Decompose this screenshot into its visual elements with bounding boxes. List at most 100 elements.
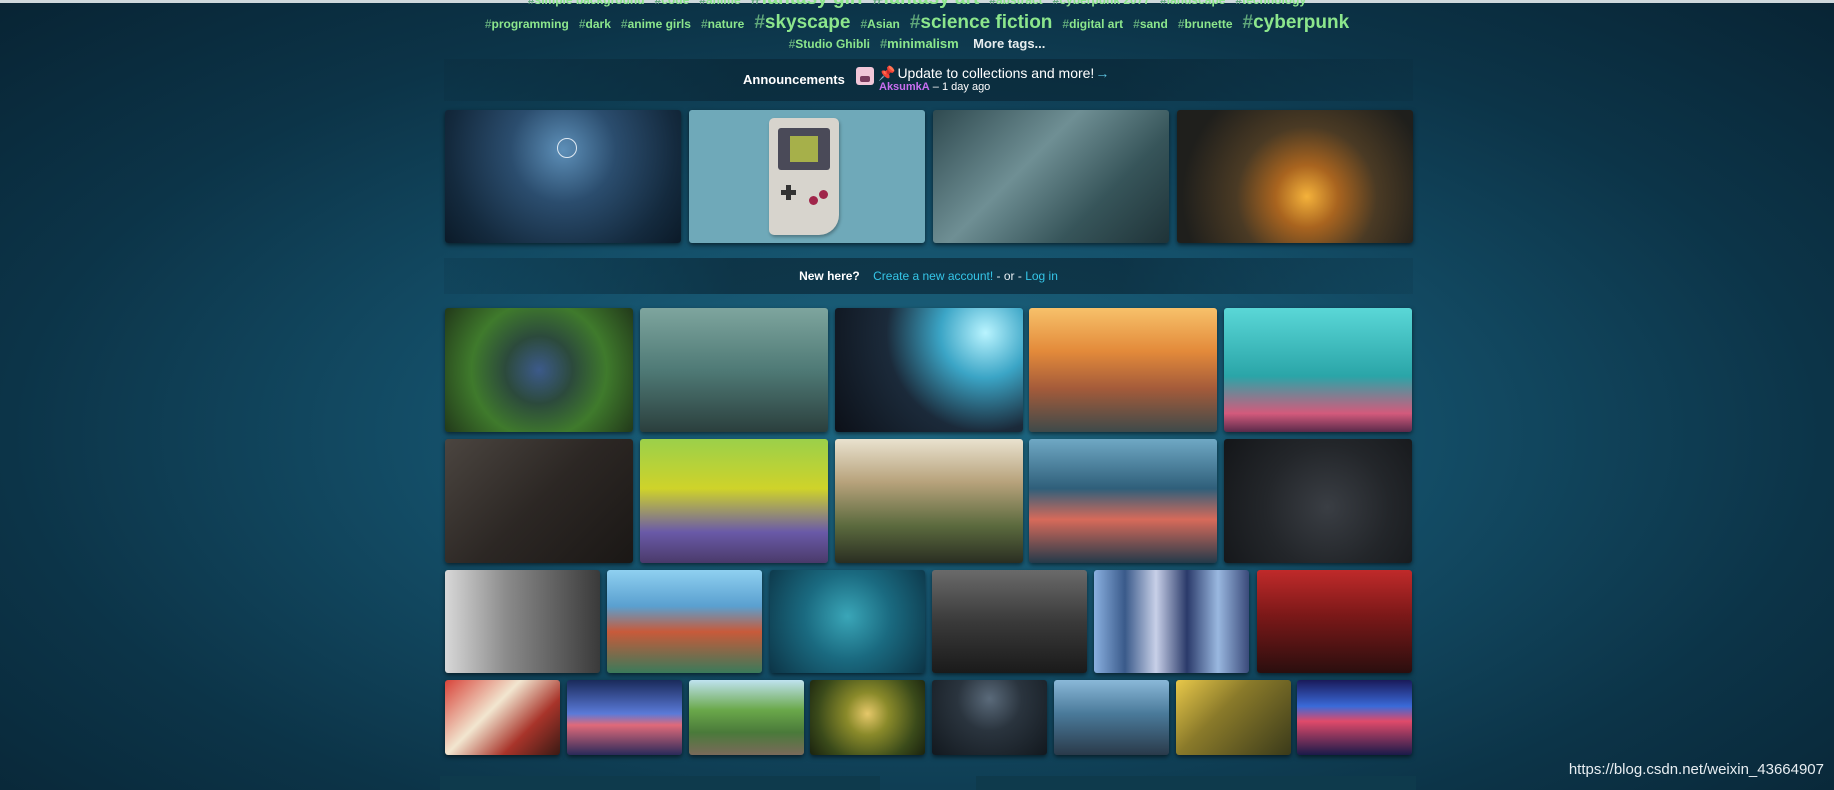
tag-link[interactable]: #cyberpunk 2077 [1053, 0, 1150, 7]
hash-icon: # [1133, 17, 1140, 31]
wallpaper-underwater-plane[interactable] [770, 570, 925, 673]
tag-label: Studio Ghibli [795, 37, 870, 51]
tag-label: sand [1139, 17, 1168, 31]
wallpaper-yellow-mustang[interactable] [640, 439, 828, 563]
tag-link[interactable]: #anime girls [621, 17, 691, 31]
tag-link[interactable]: #skyscape [754, 12, 850, 34]
tag-label: dark [585, 17, 611, 31]
tag-link[interactable]: #brunette [1178, 17, 1233, 31]
hash-icon: # [699, 0, 706, 7]
tag-link[interactable]: #code [655, 0, 690, 7]
tag-label: skyscape [764, 12, 851, 33]
tag-link[interactable]: #fantasy art [873, 0, 980, 10]
tag-link[interactable]: #nature [701, 17, 744, 31]
wallpaper-autumn-samurai[interactable] [445, 680, 560, 755]
tag-link[interactable]: #fantasy girl [751, 0, 863, 10]
tag-link[interactable]: #Studio Ghibli [789, 37, 870, 51]
wallpaper-red-forest[interactable] [1257, 570, 1412, 673]
tag-link[interactable]: #sand [1133, 17, 1168, 31]
wallpaper-fantasy-town[interactable] [607, 570, 762, 673]
tag-label: cyberpunk [1253, 12, 1350, 33]
announcement-title: Update to collections and more! [897, 65, 1095, 81]
wallpaper-blue-horizon[interactable] [567, 680, 682, 755]
tag-link[interactable]: #programming [485, 17, 569, 31]
tag-link[interactable]: #dark [579, 17, 611, 31]
hash-icon: # [527, 0, 535, 7]
tag-cloud-row-2: #Studio Ghibli #minimalism More tags... [0, 35, 1834, 53]
watermark-url: https://blog.csdn.net/weixin_43664907 [1568, 761, 1824, 778]
wallpaper-stag-forest[interactable] [640, 308, 828, 432]
tag-link[interactable]: #science fiction [910, 12, 1053, 34]
tag-label: brunette [1184, 17, 1233, 31]
tag-cloud-row-0: #simple background#code#anime#fantasy gi… [0, 0, 1834, 10]
tag-label: science fiction [920, 12, 1053, 33]
more-tags-link[interactable]: More tags... [973, 36, 1045, 51]
wallpaper-dark-koi[interactable] [1224, 439, 1412, 563]
wallpaper-railway-girl[interactable] [689, 680, 804, 755]
tag-link[interactable]: #technology [1235, 0, 1306, 7]
tag-label: Asian [867, 17, 900, 31]
wallpaper-lantern-forest[interactable] [810, 680, 925, 755]
tag-link[interactable]: #simple background [528, 0, 645, 7]
tag-label: abstract [995, 0, 1043, 7]
tag-label: anime girls [627, 17, 691, 31]
arrow-right-icon: → [1095, 65, 1110, 81]
hash-icon: # [873, 0, 884, 9]
tag-label: fantasy art [883, 0, 979, 9]
hash-icon: # [620, 17, 628, 31]
announcement-title-link[interactable]: 📌 Update to collections and more!→ [878, 65, 1109, 82]
hash-icon: # [909, 12, 921, 33]
bottom-panel-right [976, 776, 1416, 790]
hash-icon: # [700, 17, 708, 31]
wallpaper-airport-window[interactable] [1054, 680, 1169, 755]
wallpaper-planet-cyan[interactable] [1224, 308, 1412, 432]
wallpaper-ocean-sunset[interactable] [1029, 439, 1217, 563]
create-account-link[interactable]: Create a new account! [873, 269, 993, 283]
wallpaper-dark-moon[interactable] [932, 680, 1047, 755]
tag-label: minimalism [887, 36, 959, 51]
tag-link[interactable]: #cyberpunk [1243, 12, 1350, 34]
wallpaper-rocket-launch[interactable] [835, 308, 1023, 432]
featured-wallpaper-deer-night[interactable] [445, 110, 681, 243]
gameboy-illustration [769, 118, 839, 235]
tag-link[interactable]: #Asian [860, 17, 899, 31]
hash-icon: # [1160, 0, 1167, 7]
hash-icon: # [578, 17, 586, 31]
or-separator: - or - [996, 269, 1026, 283]
tag-label: programming [491, 17, 569, 31]
tag-link[interactable]: #anime [699, 0, 740, 7]
wallpaper-forest-lake[interactable] [445, 308, 633, 432]
announcement-author[interactable]: AksumkA [879, 81, 930, 93]
hash-icon: # [1242, 12, 1254, 33]
tag-label: fantasy girl [761, 0, 862, 9]
announcement-meta: AksumkA – 1 day ago [879, 81, 990, 93]
hash-icon: # [484, 17, 492, 31]
wallpaper-city-windows[interactable] [1094, 570, 1249, 673]
wallpaper-neon-clouds[interactable] [1297, 680, 1412, 755]
featured-wallpaper-city-sunset[interactable] [1177, 110, 1413, 243]
user-avatar[interactable] [856, 67, 874, 85]
tag-label: anime [705, 0, 741, 7]
featured-wallpaper-scifi-cockpit[interactable] [933, 110, 1169, 243]
wallpaper-bw-portrait[interactable] [445, 570, 600, 673]
tag-link[interactable]: #landscape [1160, 0, 1225, 7]
wallpaper-dark-room-girl[interactable] [445, 439, 633, 563]
tag-link[interactable]: #digital art [1062, 17, 1123, 31]
announcement-bar: Announcements 📌 Update to collections and… [444, 59, 1413, 101]
tag-label: technology [1242, 0, 1307, 7]
featured-wallpaper-gameboy[interactable] [689, 110, 925, 243]
wallpaper-deer-sunlight[interactable] [1176, 680, 1291, 755]
wallpaper-hill-warriors[interactable] [835, 439, 1023, 563]
tag-link[interactable]: #minimalism [880, 36, 959, 51]
tag-label: simple background [534, 0, 645, 7]
wallpaper-gothic-girl[interactable] [932, 570, 1087, 673]
wallpaper-sunset-mountains[interactable] [1029, 308, 1217, 432]
tag-label: code [661, 0, 690, 7]
bottom-panel-left [440, 776, 880, 790]
tag-label: digital art [1069, 17, 1124, 31]
announcement-time: – 1 day ago [929, 81, 991, 93]
hash-icon: # [1177, 17, 1185, 31]
tag-link[interactable]: #abstract [989, 0, 1042, 7]
login-link[interactable]: Log in [1025, 269, 1058, 283]
tag-label: landscape [1166, 0, 1226, 7]
